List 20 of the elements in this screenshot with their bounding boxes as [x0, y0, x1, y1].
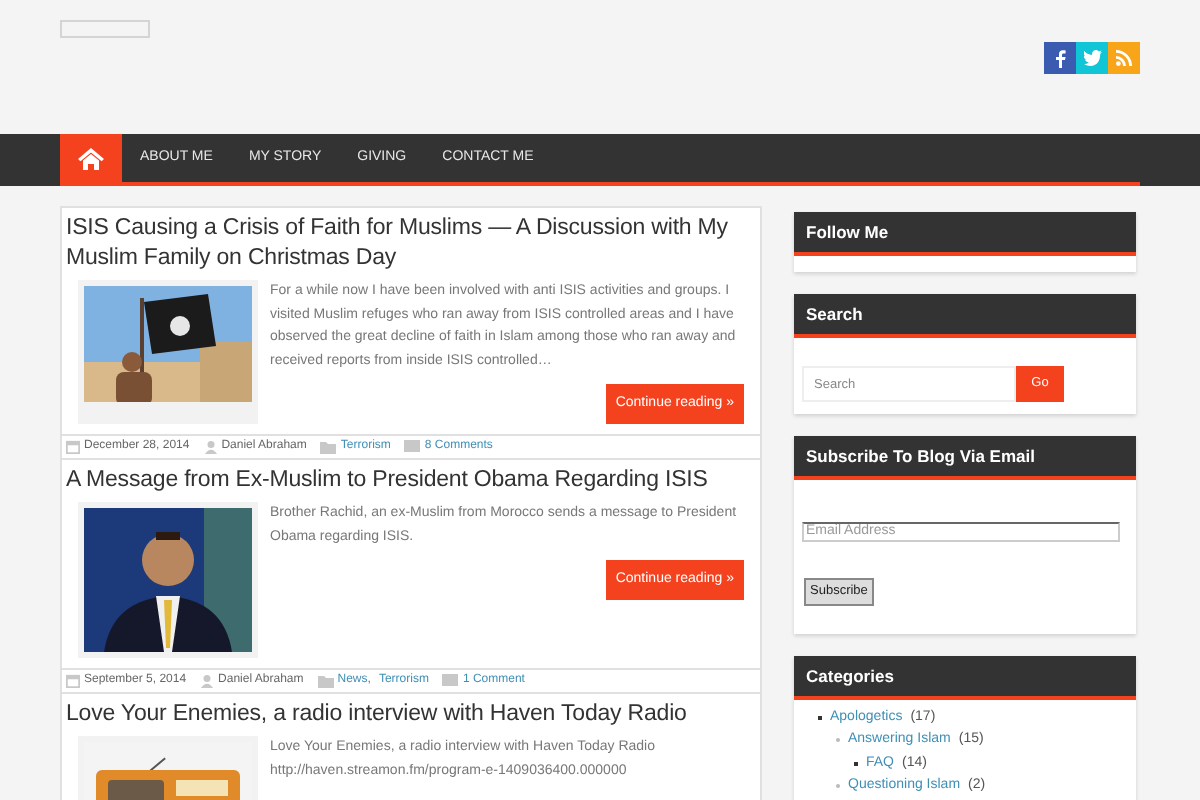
rss-icon[interactable] — [1108, 42, 1140, 74]
post-title[interactable]: Love Your Enemies, a radio interview with Haven Today Radio — [62, 694, 760, 730]
home-tab[interactable] — [60, 134, 122, 182]
logo-placeholder[interactable] — [60, 20, 150, 38]
user-icon — [203, 440, 218, 454]
post-title[interactable]: A Message from Ex-Muslim to President Obama Regarding ISIS — [62, 460, 760, 496]
comment-icon — [404, 440, 421, 454]
widget-title: Follow Me — [806, 219, 889, 245]
widget-title: Subscribe To Blog Via Email — [806, 443, 1035, 469]
user-icon — [200, 674, 215, 688]
calendar-icon — [66, 674, 80, 688]
post-title[interactable]: ISIS Causing a Crisis of Faith for Muslims — A Discussion with My Muslim Family on Christmas Day — [62, 208, 760, 274]
folder-icon — [317, 674, 334, 688]
home-icon — [78, 147, 104, 169]
widget-title: Categories — [806, 663, 894, 689]
folder-icon — [320, 440, 337, 454]
comment-icon — [442, 674, 459, 688]
calendar-icon — [66, 440, 80, 454]
facebook-icon[interactable] — [1044, 42, 1076, 74]
widget-title: Search — [806, 301, 863, 327]
